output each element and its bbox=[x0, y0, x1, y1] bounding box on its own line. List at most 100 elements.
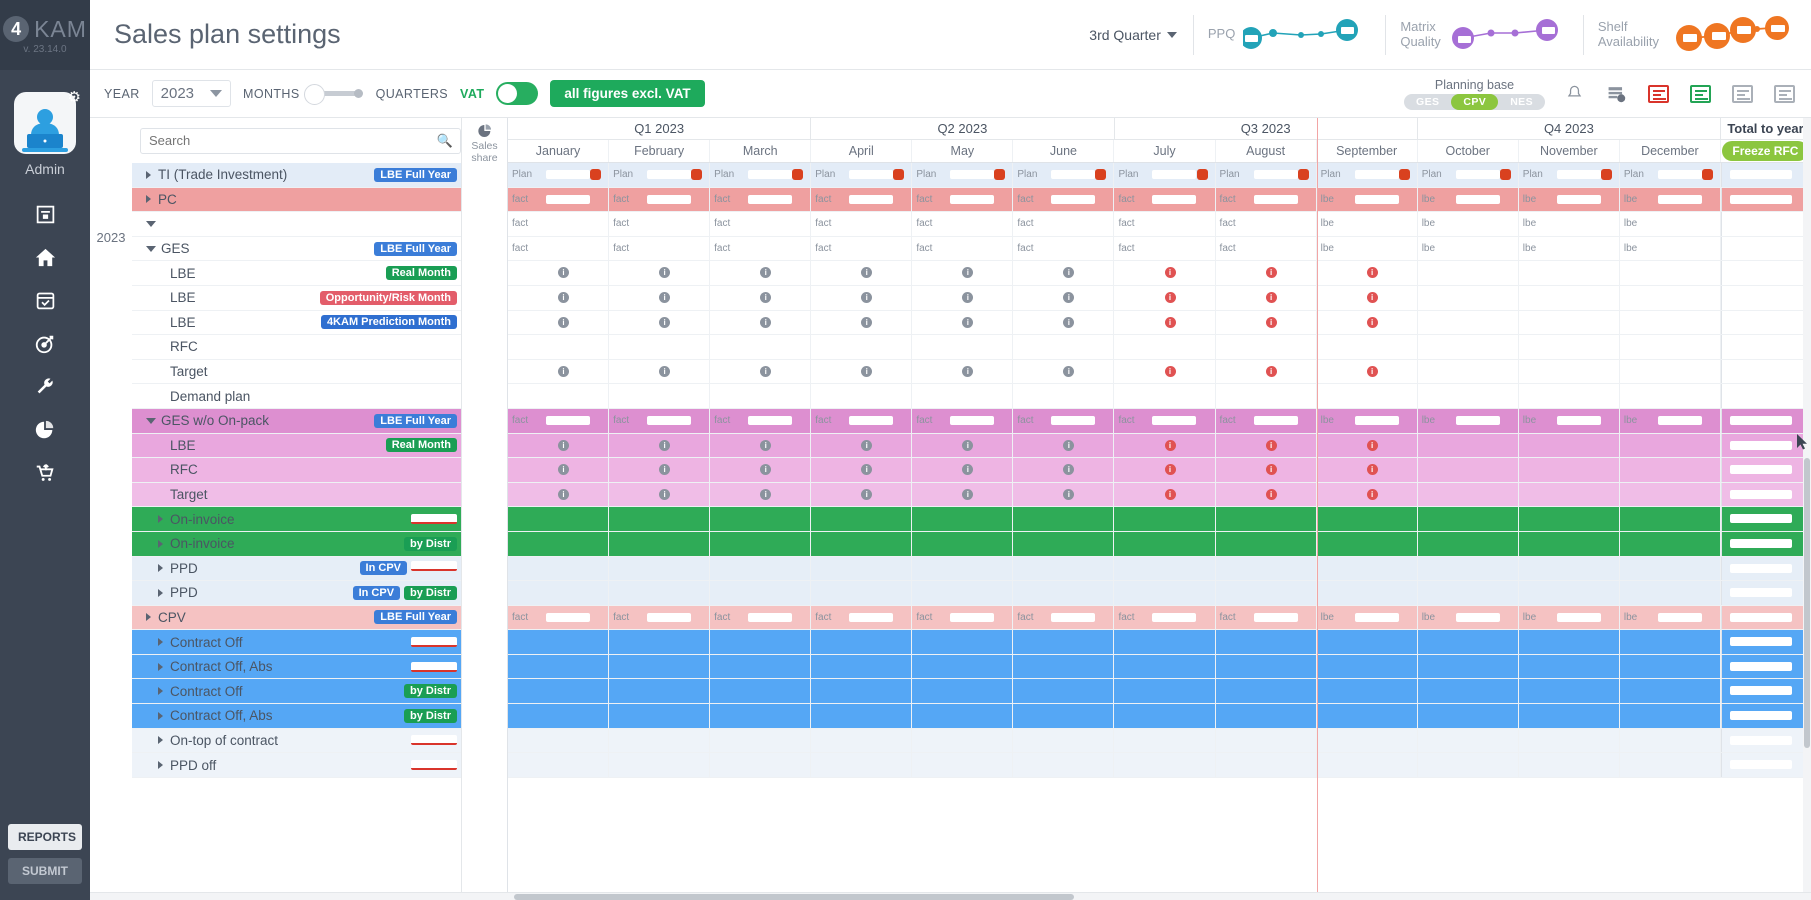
reports-button[interactable]: REPORTS bbox=[8, 824, 82, 850]
grid-cell[interactable] bbox=[1317, 531, 1418, 556]
grid-cell[interactable] bbox=[508, 556, 610, 581]
grid-cell[interactable]: i bbox=[1013, 261, 1115, 285]
table-row[interactable]: fact fact fact fact fact fact fact fact lbe lbe lb… bbox=[508, 236, 1811, 262]
info-icon[interactable]: i bbox=[659, 439, 671, 451]
table-row[interactable]: fact fact fact fact fact fact fact fact lbe lbe lb… bbox=[508, 212, 1811, 237]
grid-cell[interactable] bbox=[609, 753, 711, 777]
row-badge[interactable]: LBE Full Year bbox=[374, 610, 457, 625]
grid-cell[interactable] bbox=[1216, 679, 1317, 704]
row-label[interactable]: On-invoice by Distr bbox=[132, 531, 461, 557]
sidebar-item-archive[interactable] bbox=[22, 195, 68, 234]
grid-cell[interactable] bbox=[811, 531, 913, 556]
grid-cell[interactable] bbox=[811, 556, 913, 581]
grid-cell[interactable] bbox=[1519, 581, 1620, 605]
grid-cell[interactable] bbox=[1519, 753, 1620, 777]
grid-cell[interactable] bbox=[1013, 679, 1115, 704]
row-badge[interactable]: by Distr bbox=[404, 536, 457, 551]
table-row[interactable] bbox=[508, 507, 1811, 532]
grid-cell[interactable] bbox=[508, 679, 610, 704]
grid-cell[interactable] bbox=[710, 704, 812, 728]
grid-cell[interactable]: fact bbox=[1216, 212, 1317, 236]
grid-cell[interactable] bbox=[1317, 728, 1418, 753]
grid-cell[interactable] bbox=[609, 335, 711, 359]
chevron-down-icon[interactable] bbox=[146, 245, 156, 252]
table-row[interactable]: iiiiiiiii bbox=[508, 458, 1811, 483]
info-icon[interactable]: i bbox=[1265, 316, 1277, 328]
grid-cell[interactable]: Plan bbox=[508, 163, 610, 187]
grid-cell[interactable] bbox=[1620, 654, 1721, 679]
grid-cell[interactable]: lbe bbox=[1620, 187, 1721, 212]
grid-cell[interactable]: Plan bbox=[609, 163, 711, 187]
data-settings-icon[interactable] bbox=[1603, 82, 1629, 106]
grid-cell[interactable]: fact bbox=[912, 236, 1014, 261]
grid-cell[interactable] bbox=[710, 507, 812, 531]
info-icon[interactable]: i bbox=[1265, 365, 1277, 377]
grid-cell[interactable] bbox=[1013, 507, 1115, 531]
grid-cell[interactable] bbox=[811, 384, 913, 408]
grid-cell[interactable] bbox=[1519, 654, 1620, 679]
grid-cell[interactable] bbox=[1114, 384, 1216, 408]
grid-cell[interactable] bbox=[912, 335, 1014, 359]
grid-cell[interactable] bbox=[609, 704, 711, 728]
grid-cell[interactable]: lbe bbox=[1418, 187, 1519, 212]
info-icon[interactable]: i bbox=[1366, 464, 1378, 476]
status-dot[interactable] bbox=[1600, 169, 1612, 180]
info-icon[interactable]: i bbox=[1063, 488, 1075, 500]
kpi-shelf-availability[interactable]: Shelf Availability bbox=[1582, 14, 1811, 55]
row-label[interactable]: On-invoice bbox=[132, 507, 461, 532]
total-cell[interactable] bbox=[1720, 359, 1811, 384]
grid-cell[interactable] bbox=[609, 654, 711, 679]
grid-cell[interactable] bbox=[1418, 531, 1519, 556]
total-cell[interactable] bbox=[1720, 458, 1811, 482]
info-icon[interactable]: i bbox=[558, 316, 570, 328]
grid-cell[interactable]: i bbox=[1317, 285, 1418, 310]
row-label[interactable]: Target bbox=[132, 359, 461, 385]
grid-cell[interactable] bbox=[1620, 728, 1721, 753]
grid-cell[interactable] bbox=[508, 630, 610, 654]
grid-cell[interactable] bbox=[1216, 507, 1317, 531]
grid-cell[interactable] bbox=[609, 679, 711, 704]
grid-cell[interactable] bbox=[1216, 728, 1317, 753]
grid-cell[interactable]: i bbox=[1013, 359, 1115, 384]
grid-cell[interactable] bbox=[811, 630, 913, 654]
search-icon[interactable]: 🔍 bbox=[437, 133, 453, 149]
grid-cell[interactable]: lbe bbox=[1418, 408, 1519, 433]
grid-cell[interactable] bbox=[1114, 556, 1216, 581]
grid-cell[interactable] bbox=[1620, 556, 1721, 581]
grid-cell[interactable]: i bbox=[508, 261, 610, 285]
grid-cell[interactable] bbox=[710, 654, 812, 679]
row-badge[interactable]: In CPV bbox=[352, 585, 401, 600]
info-icon[interactable]: i bbox=[1366, 291, 1378, 303]
search-input[interactable] bbox=[140, 127, 461, 154]
row-label[interactable]: LBE 4KAM Prediction Month bbox=[132, 310, 461, 336]
sidebar-item-tools[interactable] bbox=[22, 367, 68, 406]
grid-cell[interactable] bbox=[1114, 581, 1216, 605]
info-icon[interactable]: i bbox=[861, 365, 873, 377]
month-header-cell[interactable]: May bbox=[912, 140, 1014, 162]
chevron-right-icon[interactable] bbox=[146, 170, 151, 179]
total-cell[interactable] bbox=[1720, 482, 1811, 507]
grid-cell[interactable] bbox=[1519, 359, 1620, 384]
grid-cell[interactable] bbox=[1013, 531, 1115, 556]
report-green-icon[interactable] bbox=[1687, 82, 1713, 106]
grid-cell[interactable]: i bbox=[1013, 458, 1115, 482]
grid-cell[interactable] bbox=[508, 335, 610, 359]
grid-cell[interactable] bbox=[1216, 654, 1317, 679]
grid-cell[interactable]: i bbox=[811, 359, 913, 384]
month-header-cell[interactable]: July bbox=[1114, 140, 1216, 162]
grid-cell[interactable]: lbe bbox=[1519, 212, 1620, 236]
status-dot[interactable] bbox=[1499, 169, 1511, 180]
grid-cell[interactable]: Plan bbox=[1013, 163, 1115, 187]
grid-cell[interactable] bbox=[1519, 384, 1620, 408]
grid-cell[interactable] bbox=[1418, 507, 1519, 531]
grid-cell[interactable]: Plan bbox=[1216, 163, 1317, 187]
total-cell[interactable] bbox=[1720, 335, 1811, 359]
info-icon[interactable]: i bbox=[760, 316, 772, 328]
grid-cell[interactable]: fact bbox=[1114, 236, 1216, 261]
info-icon[interactable]: i bbox=[558, 267, 570, 279]
grid-cell[interactable] bbox=[1418, 753, 1519, 777]
info-icon[interactable]: i bbox=[1366, 365, 1378, 377]
grid-cell[interactable]: i bbox=[1216, 261, 1317, 285]
chevron-right-icon[interactable] bbox=[158, 711, 163, 720]
report-red-icon[interactable] bbox=[1645, 82, 1671, 106]
